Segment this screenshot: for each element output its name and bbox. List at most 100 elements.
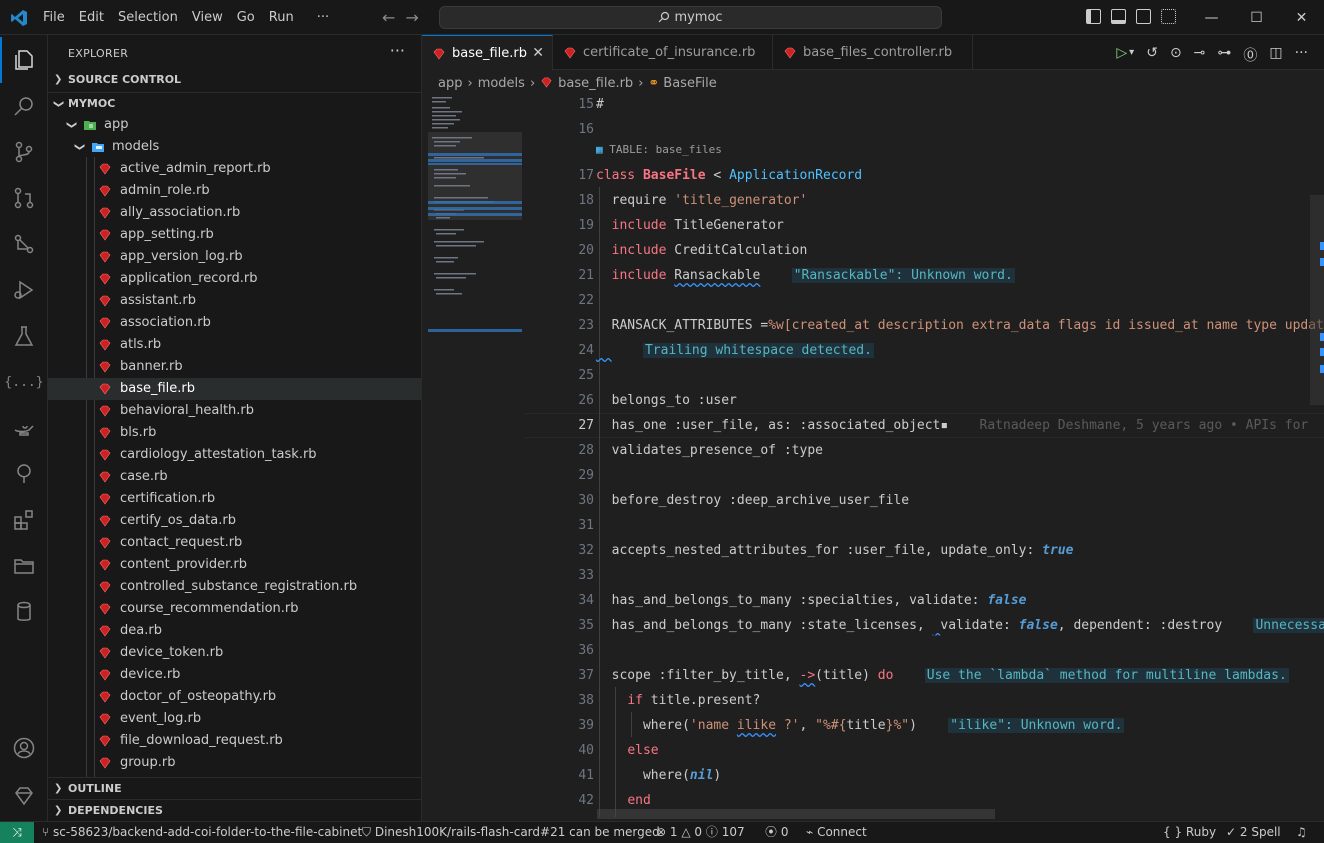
notifications-bell-icon[interactable]: ♫ [1296, 822, 1307, 843]
file-item[interactable]: bls.rb [48, 422, 421, 444]
source-control-section[interactable]: ❯ SOURCE CONTROL [48, 69, 421, 91]
folder-explorer-icon[interactable] [0, 543, 48, 589]
timeline-history-icon[interactable]: ↺ [1146, 45, 1158, 65]
menu-more[interactable]: ··· [301, 10, 336, 25]
more-actions-icon[interactable]: ··· [1295, 45, 1308, 65]
accounts-icon[interactable] [0, 725, 48, 771]
horizontal-scrollbar[interactable] [597, 809, 995, 819]
file-item[interactable]: admin_role.rb [48, 180, 421, 202]
tab-base-file[interactable]: base_file.rb ✕ [422, 35, 553, 71]
file-item[interactable]: ally_association.rb [48, 202, 421, 224]
code-line-32[interactable]: accepts_nested_attributes_for :user_file… [596, 538, 1074, 563]
minimap[interactable] [428, 97, 523, 817]
search-view-icon[interactable] [0, 83, 48, 129]
toggle-panel-icon[interactable] [1111, 9, 1126, 24]
code-line-28[interactable]: validates_presence_of :type [596, 438, 823, 463]
back-arrow-icon[interactable]: ← [382, 8, 395, 27]
tab-base-files-controller[interactable]: base_files_controller.rb [773, 35, 973, 70]
git-branch[interactable]: ⑂ sc-58623/backend-add-coi-folder-to-the… [42, 822, 362, 843]
split-editor-icon[interactable]: ◫ [1269, 45, 1282, 65]
file-item[interactable]: course_recommendation.rb [48, 598, 421, 620]
file-item[interactable]: certification.rb [48, 488, 421, 510]
code-line-23[interactable]: RANSACK_ATTRIBUTES =%w[created_at descri… [596, 313, 1324, 338]
vertical-scrollbar[interactable] [1310, 195, 1324, 405]
file-item[interactable]: controlled_substance_registration.rb [48, 576, 421, 598]
pull-request-status[interactable]: ⛉ Dinesh100K/rails-flash-card#21 can be … [362, 822, 660, 843]
folder-app[interactable]: ❯ app [48, 114, 421, 136]
code-line-18[interactable]: require 'title_generator' [596, 188, 808, 213]
problems-indicator[interactable]: ⊗ 1 △ 0 ⓘ 107 [656, 822, 745, 843]
pull-requests-icon[interactable] [0, 175, 48, 221]
file-item[interactable]: dea.rb [48, 620, 421, 642]
tab-certificate-of-insurance[interactable]: certificate_of_insurance.rb [553, 35, 773, 70]
menu-go[interactable]: Go [230, 10, 262, 25]
code-line-27[interactable]: has_one :user_file, as: :associated_obje… [596, 413, 1309, 438]
file-item[interactable]: event_log.rb [48, 708, 421, 730]
connect-button[interactable]: ⌁ Connect [806, 822, 867, 843]
file-item[interactable]: content_provider.rb [48, 554, 421, 576]
code-line-39[interactable]: where('name ilike ?', "%#{title}%") "ili… [596, 713, 1125, 738]
file-item[interactable]: device_token.rb [48, 642, 421, 664]
menu-edit[interactable]: Edit [72, 10, 111, 25]
manage-gem-icon[interactable] [0, 773, 48, 819]
table-codelens[interactable]: ▦ TABLE: base_files [596, 143, 722, 156]
ports-indicator[interactable]: ⦿ 0 [765, 822, 788, 843]
language-mode[interactable]: { } Ruby [1163, 822, 1216, 843]
code-line-35[interactable]: has_and_belongs_to_many :state_licenses,… [596, 613, 1324, 638]
file-item[interactable]: certify_os_data.rb [48, 510, 421, 532]
chevron-down-icon[interactable]: ▾ [1129, 47, 1134, 65]
file-item[interactable]: app_setting.rb [48, 224, 421, 246]
file-item[interactable]: base_file.rb [48, 378, 421, 400]
json-braces-icon[interactable]: {...} [0, 359, 48, 405]
close-window-icon[interactable]: ✕ [1279, 0, 1324, 35]
explorer-icon[interactable] [0, 37, 48, 83]
file-item[interactable]: doctor_of_osteopathy.rb [48, 686, 421, 708]
customize-layout-icon[interactable] [1161, 9, 1176, 24]
menu-run[interactable]: Run [262, 10, 301, 25]
run-debug-icon[interactable] [0, 267, 48, 313]
code-line-17[interactable]: class BaseFile < ApplicationRecord [596, 163, 862, 188]
breadcrumb-file[interactable]: base_file.rb [558, 76, 633, 91]
file-item[interactable]: app_version_log.rb [48, 246, 421, 268]
code-line-21[interactable]: include Ransackable "Ransackable": Unkno… [596, 263, 1015, 288]
close-tab-icon[interactable]: ✕ [532, 36, 544, 71]
dependencies-section[interactable]: ❯ DEPENDENCIES [48, 799, 421, 821]
code-line-37[interactable]: scope :filter_by_title, ->(title) do Use… [596, 663, 1289, 688]
folder-models[interactable]: ❯ models [48, 136, 421, 158]
file-item[interactable]: cardiology_attestation_task.rb [48, 444, 421, 466]
breadcrumb-class[interactable]: BaseFile [663, 76, 716, 91]
extensions-icon[interactable] [0, 497, 48, 543]
git-next-icon[interactable]: ⊶ [1217, 45, 1231, 65]
code-line-26[interactable]: belongs_to :user [596, 388, 737, 413]
git-lens-icon[interactable]: ⓪ [1243, 45, 1257, 65]
file-item[interactable]: atls.rb [48, 334, 421, 356]
toggle-secondary-sidebar-icon[interactable] [1136, 9, 1151, 24]
menu-view[interactable]: View [185, 10, 230, 25]
command-center-search[interactable]: mymoc [439, 6, 942, 29]
git-compare-icon[interactable]: ⊙ [1170, 45, 1182, 65]
code-line-24[interactable]: Trailing whitespace detected. [596, 338, 874, 363]
tree-icon[interactable] [0, 451, 48, 497]
file-item[interactable]: case.rb [48, 466, 421, 488]
file-item[interactable]: association.rb [48, 312, 421, 334]
code-line-38[interactable]: if title.present? [596, 688, 760, 713]
file-item[interactable]: application_record.rb [48, 268, 421, 290]
forward-arrow-icon[interactable]: → [405, 8, 418, 27]
toggle-primary-sidebar-icon[interactable] [1086, 9, 1101, 24]
file-item[interactable]: group.rb [48, 752, 421, 774]
file-item[interactable]: active_admin_report.rb [48, 158, 421, 180]
genie-lamp-icon[interactable] [0, 405, 48, 451]
project-section[interactable]: ❯ MYMOC [48, 92, 421, 114]
minimize-icon[interactable]: — [1189, 0, 1234, 35]
file-item[interactable]: behavioral_health.rb [48, 400, 421, 422]
code-line-40[interactable]: else [596, 738, 658, 763]
file-item[interactable]: device.rb [48, 664, 421, 686]
remote-indicator-icon[interactable]: ⤨ [0, 822, 34, 843]
git-commit-icon[interactable]: ⊸ [1194, 45, 1206, 65]
explorer-more-actions[interactable]: ··· [390, 41, 405, 60]
database-icon[interactable] [0, 589, 48, 635]
menu-file[interactable]: File [36, 10, 72, 25]
code-line-15[interactable]: # [596, 92, 604, 117]
code-line-30[interactable]: before_destroy :deep_archive_user_file [596, 488, 909, 513]
testing-flask-icon[interactable] [0, 313, 48, 359]
